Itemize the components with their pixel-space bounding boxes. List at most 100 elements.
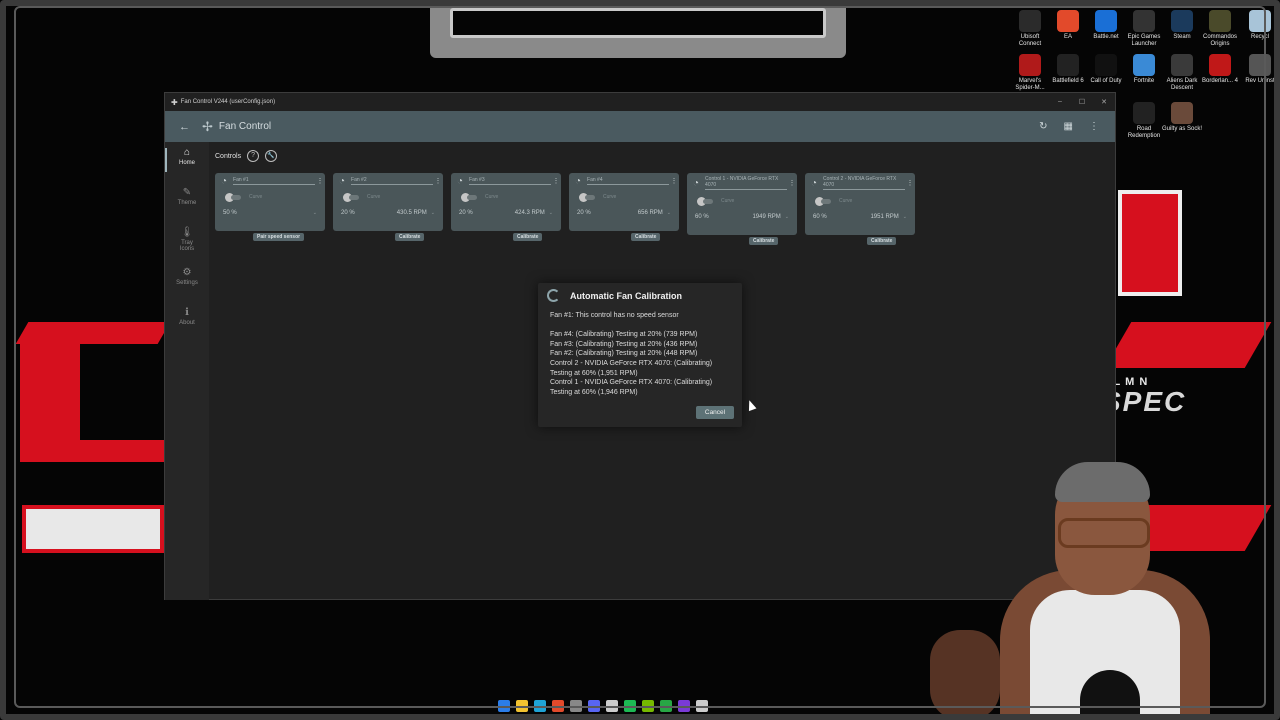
desktop-icon[interactable]: Commandos Origins: [1200, 10, 1240, 48]
card-name[interactable]: Fan #3: [469, 177, 551, 185]
card-name[interactable]: Fan #4: [587, 177, 669, 185]
webcam-glasses: [1058, 518, 1150, 548]
back-arrow-icon[interactable]: ←: [179, 121, 190, 133]
desktop-icon[interactable]: Rev Uninst: [1240, 54, 1280, 85]
curve-toggle[interactable]: Curve: [687, 193, 797, 209]
dialog-line: Fan #1: This control has no speed sensor: [550, 312, 679, 319]
desktop-icon[interactable]: Battlefield 6: [1048, 54, 1088, 85]
taskbar-app-icon[interactable]: [588, 700, 600, 712]
curve-toggle[interactable]: Curve: [215, 189, 325, 205]
taskbar-app-icon[interactable]: [498, 700, 510, 712]
help-icon[interactable]: ?: [247, 150, 260, 162]
cancel-button[interactable]: Cancel: [696, 406, 734, 419]
control-card[interactable]: ◔ Control 2 - NVIDIA GeForce RTX 4070 ⋮ Cur…: [805, 173, 915, 235]
card-menu-icon[interactable]: ⋮: [787, 179, 797, 187]
taskbar-app-icon[interactable]: [660, 700, 672, 712]
desktop-icon[interactable]: Marvel's Spider-M...: [1010, 54, 1050, 92]
control-card[interactable]: ◔ Fan #3 ⋮ Curve 20 % 424.3 RPM ⌄: [451, 173, 561, 231]
calibrate-button[interactable]: Calibrate: [395, 233, 425, 241]
sidebar-item-label: Theme: [177, 200, 197, 206]
curve-toggle[interactable]: Curve: [805, 193, 915, 209]
layout-icon[interactable]: ▦: [1064, 121, 1073, 132]
calibrate-button[interactable]: Calibrate: [631, 233, 661, 241]
desktop-icon[interactable]: Call of Duty: [1086, 54, 1126, 85]
toggle-label: Curve: [367, 194, 381, 200]
control-percent: 50 %: [223, 210, 237, 216]
chevron-down-icon[interactable]: ⌄: [313, 210, 317, 216]
taskbar-app-icon[interactable]: [696, 700, 708, 712]
desktop-icon-label: Borderlan... 4: [1201, 78, 1239, 84]
chevron-down-icon[interactable]: ⌄: [431, 210, 435, 216]
card-name[interactable]: Fan #1: [233, 177, 315, 185]
desktop-icon[interactable]: Road Redemption: [1124, 102, 1164, 140]
curve-toggle[interactable]: Curve: [333, 189, 443, 205]
desktop-icon[interactable]: Ubisoft Connect: [1010, 10, 1050, 48]
card-menu-icon[interactable]: ⋮: [315, 177, 325, 185]
chevron-down-icon[interactable]: ⌄: [667, 210, 671, 216]
control-card[interactable]: ◔ Fan #1 ⋮ Curve 50 % ⌄: [215, 173, 325, 231]
toggle-track: [585, 194, 595, 200]
desktop-icon[interactable]: Borderlan... 4: [1200, 54, 1240, 85]
refresh-icon[interactable]: ↻: [1039, 121, 1047, 132]
control-card[interactable]: ◔ Control 1 - NVIDIA GeForce RTX 4070 ⋮ Cur…: [687, 173, 797, 235]
toggle-track: [703, 198, 713, 204]
minimize-button[interactable]: –: [1049, 98, 1071, 106]
curve-toggle[interactable]: Curve: [451, 189, 561, 205]
taskbar-app-icon[interactable]: [606, 700, 618, 712]
pair-speed-sensor-button[interactable]: Pair speed sensor: [253, 233, 305, 241]
taskbar-app-icon[interactable]: [552, 700, 564, 712]
taskbar-app-icon[interactable]: [642, 700, 654, 712]
fan-logo-icon: ✢: [202, 118, 213, 134]
taskbar-app-icon[interactable]: [534, 700, 546, 712]
more-menu-icon[interactable]: ⋮: [1089, 121, 1099, 132]
dialog-body: Fan #1: This control has no speed sensor…: [550, 311, 736, 397]
desktop-icon[interactable]: Steam: [1162, 10, 1202, 41]
dialog-title: Automatic Fan Calibration: [570, 290, 683, 301]
curve-toggle[interactable]: Curve: [569, 189, 679, 205]
chevron-down-icon[interactable]: ⌄: [549, 210, 553, 216]
card-menu-icon[interactable]: ⋮: [905, 179, 915, 187]
chevron-down-icon[interactable]: ⌄: [903, 214, 907, 220]
close-button[interactable]: ✕: [1093, 98, 1115, 106]
desktop-icon-label: Fortnite: [1133, 78, 1155, 84]
gauge-icon: ◔: [693, 177, 700, 189]
maximize-button[interactable]: ☐: [1071, 98, 1093, 106]
control-percent: 20 %: [459, 210, 473, 216]
desktop-icon[interactable]: Epic Games Launcher: [1124, 10, 1164, 48]
taskbar-app-icon[interactable]: [516, 700, 528, 712]
calibrate-button[interactable]: Calibrate: [513, 233, 543, 241]
wrench-icon[interactable]: 🔧: [265, 150, 278, 162]
sidebar-item-home[interactable]: ⌂ Home: [165, 142, 209, 182]
card-menu-icon[interactable]: ⋮: [669, 177, 679, 185]
toggle-label: Curve: [839, 198, 853, 204]
sidebar-item-theme[interactable]: ✎ Theme: [165, 182, 209, 222]
desktop-icon[interactable]: Fortnite: [1124, 54, 1164, 85]
app-shortcut-icon: [1057, 10, 1079, 32]
desktop-icon[interactable]: Battle.net: [1086, 10, 1126, 41]
desktop-icon[interactable]: EA: [1048, 10, 1088, 41]
desktop-icon-label: Marvel's Spider-M...: [1015, 78, 1045, 91]
taskbar-app-icon[interactable]: [624, 700, 636, 712]
desktop-icon[interactable]: Guilty as Sock!: [1162, 102, 1202, 133]
card-name[interactable]: Fan #2: [351, 177, 433, 185]
sidebar-item-label: About: [179, 320, 195, 326]
taskbar-app-icon[interactable]: [678, 700, 690, 712]
card-name[interactable]: Control 1 - NVIDIA GeForce RTX 4070: [705, 176, 787, 190]
sidebar-item-about[interactable]: ℹ About: [165, 302, 209, 342]
card-footer: 60 % 1951 RPM ⌄: [805, 209, 915, 225]
desktop-icon[interactable]: Aliens Dark Descent: [1162, 54, 1202, 92]
sidebar-item-tray-icons[interactable]: 🌡 Tray Icons: [165, 222, 209, 262]
chevron-down-icon[interactable]: ⌄: [785, 214, 789, 220]
card-menu-icon[interactable]: ⋮: [551, 177, 561, 185]
calibrate-button[interactable]: Calibrate: [749, 237, 779, 245]
desktop-icon[interactable]: Recycl: [1240, 10, 1280, 41]
desktop-icon-label: Call of Duty: [1090, 78, 1122, 84]
control-card[interactable]: ◔ Fan #4 ⋮ Curve 20 % 656 RPM ⌄: [569, 173, 679, 231]
sidebar-item-settings[interactable]: ⚙ Settings: [165, 262, 209, 302]
webcam-hand: [930, 630, 1000, 714]
taskbar-app-icon[interactable]: [570, 700, 582, 712]
card-name[interactable]: Control 2 - NVIDIA GeForce RTX 4070: [823, 176, 905, 190]
control-card[interactable]: ◔ Fan #2 ⋮ Curve 20 % 430.5 RPM ⌄: [333, 173, 443, 231]
calibrate-button[interactable]: Calibrate: [867, 237, 897, 245]
card-menu-icon[interactable]: ⋮: [433, 177, 443, 185]
